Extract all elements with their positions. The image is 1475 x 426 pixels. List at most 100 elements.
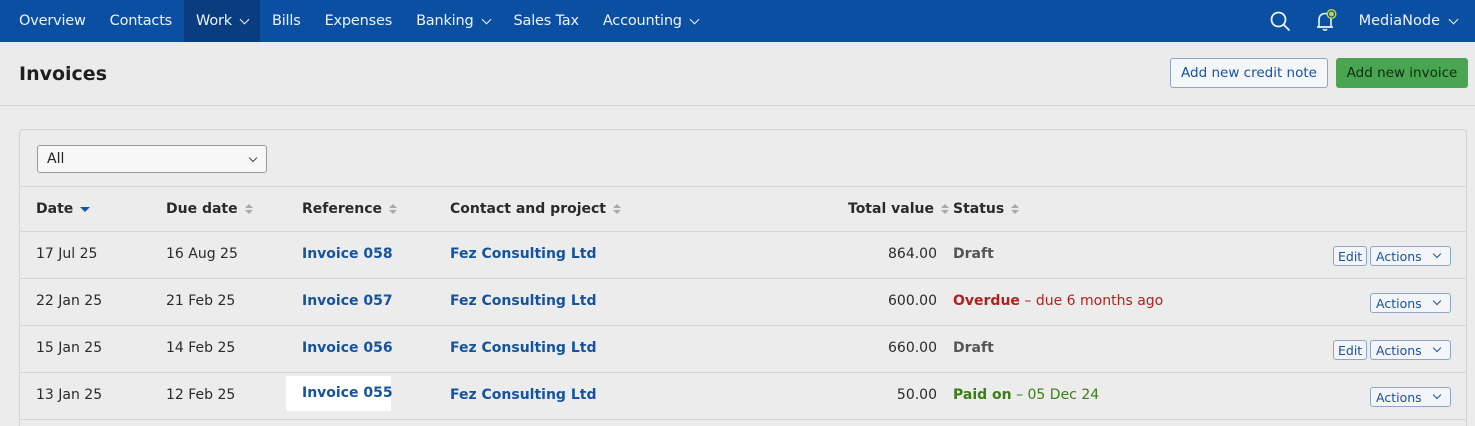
- chevron-down-icon: [689, 14, 700, 24]
- cell-date: 17 Jul 25: [36, 246, 98, 262]
- nav-right: MediaNode: [1267, 0, 1475, 42]
- cell-date: 15 Jan 25: [36, 340, 103, 356]
- actions-label: Actions: [1376, 342, 1422, 358]
- edit-button[interactable]: Edit: [1333, 340, 1368, 360]
- nav-item-sales-tax[interactable]: Sales Tax: [502, 0, 591, 42]
- cell-date: 22 Jan 25: [36, 293, 103, 309]
- chevron-down-icon[interactable]: [1448, 14, 1459, 24]
- cell-due-date: 16 Aug 25: [166, 246, 238, 262]
- column-header-date[interactable]: Date: [36, 201, 91, 217]
- edit-button[interactable]: Edit: [1333, 246, 1368, 266]
- column-header-label: Status: [953, 201, 1005, 217]
- table-row[interactable]: 15 Jan 25 14 Feb 25 Invoice 056 Fez Cons…: [20, 326, 1466, 373]
- cell-due-date: 14 Feb 25: [166, 340, 236, 356]
- nav-item-contacts[interactable]: Contacts: [98, 0, 184, 42]
- chevron-down-icon: [239, 14, 250, 24]
- status-note: – 05 Dec 24: [1016, 387, 1100, 403]
- contact-link[interactable]: Fez Consulting Ltd: [450, 293, 596, 309]
- nav-item-label: Banking: [416, 13, 474, 29]
- invoice-link[interactable]: Invoice 055: [302, 385, 393, 401]
- invoice-link[interactable]: Invoice 056: [302, 340, 393, 356]
- table-row[interactable]: 22 Jan 25 21 Feb 25 Invoice 057 Fez Cons…: [20, 279, 1466, 326]
- status-badge: Paid on – 05 Dec 24: [953, 387, 1099, 403]
- sort-icon: [244, 204, 253, 214]
- cell-date: 13 Jan 25: [36, 387, 103, 403]
- column-header-contact[interactable]: Contact and project: [450, 201, 622, 217]
- contact-link[interactable]: Fez Consulting Ltd: [450, 246, 596, 262]
- sort-icon: [389, 204, 398, 214]
- contact-link[interactable]: Fez Consulting Ltd: [450, 387, 596, 403]
- nav-item-overview[interactable]: Overview: [0, 0, 98, 42]
- status-badge: Draft: [953, 340, 994, 356]
- status-badge: Draft: [953, 246, 994, 262]
- cell-due-date: 12 Feb 25: [166, 387, 236, 403]
- invoice-link[interactable]: Invoice 058: [302, 246, 393, 262]
- sort-desc-icon: [80, 206, 91, 212]
- column-header-label: Date: [36, 201, 74, 217]
- actions-dropdown[interactable]: Actions: [1370, 293, 1451, 313]
- contact-link[interactable]: Fez Consulting Ltd: [450, 340, 596, 356]
- bell-icon[interactable]: [1313, 8, 1339, 34]
- nav-item-label: Work: [196, 13, 232, 29]
- nav-item-label: Overview: [19, 13, 86, 29]
- nav-item-label: Sales Tax: [513, 13, 580, 29]
- actions-dropdown[interactable]: Actions: [1370, 246, 1451, 266]
- chevron-down-icon: [481, 14, 491, 24]
- actions-label: Actions: [1376, 389, 1422, 405]
- chevron-down-icon: [248, 153, 258, 163]
- chevron-down-icon: [1432, 390, 1442, 400]
- table-row[interactable]: 13 Jan 25 12 Feb 25 Fez Consulting Ltd 5…: [20, 373, 1466, 420]
- column-header-reference[interactable]: Reference: [302, 201, 398, 217]
- nav-item-label: Contacts: [109, 13, 173, 29]
- nav-item-label: Expenses: [324, 13, 393, 29]
- actions-dropdown[interactable]: Actions: [1370, 387, 1451, 407]
- nav-item-banking[interactable]: Banking: [404, 0, 501, 42]
- cell-total: 600.00: [888, 293, 937, 309]
- sort-icon: [613, 204, 622, 214]
- nav-item-bills[interactable]: Bills: [260, 0, 313, 42]
- table-row[interactable]: 17 Jul 25 16 Aug 25 Invoice 058 Fez Cons…: [20, 232, 1466, 279]
- chevron-down-icon: [1432, 296, 1442, 306]
- nav-item-label: Bills: [271, 13, 301, 29]
- status-label: Paid on: [953, 387, 1012, 403]
- column-header-label: Total value: [848, 201, 934, 217]
- actions-label: Actions: [1376, 295, 1422, 311]
- cell-total: 864.00: [888, 246, 937, 262]
- column-header-due-date[interactable]: Due date: [166, 201, 253, 217]
- column-header-label: Due date: [166, 201, 238, 217]
- chevron-down-icon: [1432, 249, 1442, 259]
- actions-dropdown[interactable]: Actions: [1370, 340, 1451, 360]
- status-filter-select[interactable]: All: [37, 145, 267, 173]
- table-header: Date Due date Reference Contact and proj…: [20, 186, 1466, 232]
- nav-item-accounting[interactable]: Accounting: [591, 0, 710, 42]
- column-header-total[interactable]: Total value: [848, 201, 949, 217]
- add-credit-note-button[interactable]: Add new credit note: [1170, 58, 1328, 88]
- cell-due-date: 21 Feb 25: [166, 293, 236, 309]
- status-label: Draft: [953, 340, 994, 356]
- filter-value: All: [47, 151, 65, 167]
- invoice-list-panel: All Date Due date Reference Contact and …: [19, 129, 1467, 426]
- add-invoice-button[interactable]: Add new invoice: [1336, 58, 1468, 88]
- column-header-label: Reference: [302, 201, 383, 217]
- search-icon[interactable]: [1267, 8, 1293, 34]
- cell-total: 50.00: [896, 387, 937, 403]
- status-note: – due 6 months ago: [1024, 293, 1164, 309]
- nav-item-expenses[interactable]: Expenses: [313, 0, 405, 42]
- chevron-down-icon: [1432, 343, 1442, 353]
- page-title: Invoices: [19, 63, 108, 85]
- nav-item-work[interactable]: Work: [184, 0, 260, 42]
- actions-label: Actions: [1376, 248, 1422, 264]
- org-name[interactable]: MediaNode: [1359, 13, 1440, 29]
- nav-item-label: Accounting: [602, 13, 682, 29]
- status-label: Draft: [953, 246, 994, 262]
- page-header: Invoices Add new credit note Add new inv…: [0, 42, 1475, 106]
- highlighted-invoice-link[interactable]: Invoice 055: [286, 376, 393, 411]
- sort-icon: [940, 204, 949, 214]
- column-header-status[interactable]: Status: [953, 201, 1020, 217]
- status-badge: Overdue – due 6 months ago: [953, 293, 1163, 309]
- status-label: Overdue: [953, 293, 1020, 309]
- top-nav: Overview Contacts Work Bills Expenses Ba…: [0, 0, 1475, 42]
- cell-total: 660.00: [888, 340, 937, 356]
- invoice-link[interactable]: Invoice 057: [302, 293, 393, 309]
- sort-icon: [1011, 204, 1020, 214]
